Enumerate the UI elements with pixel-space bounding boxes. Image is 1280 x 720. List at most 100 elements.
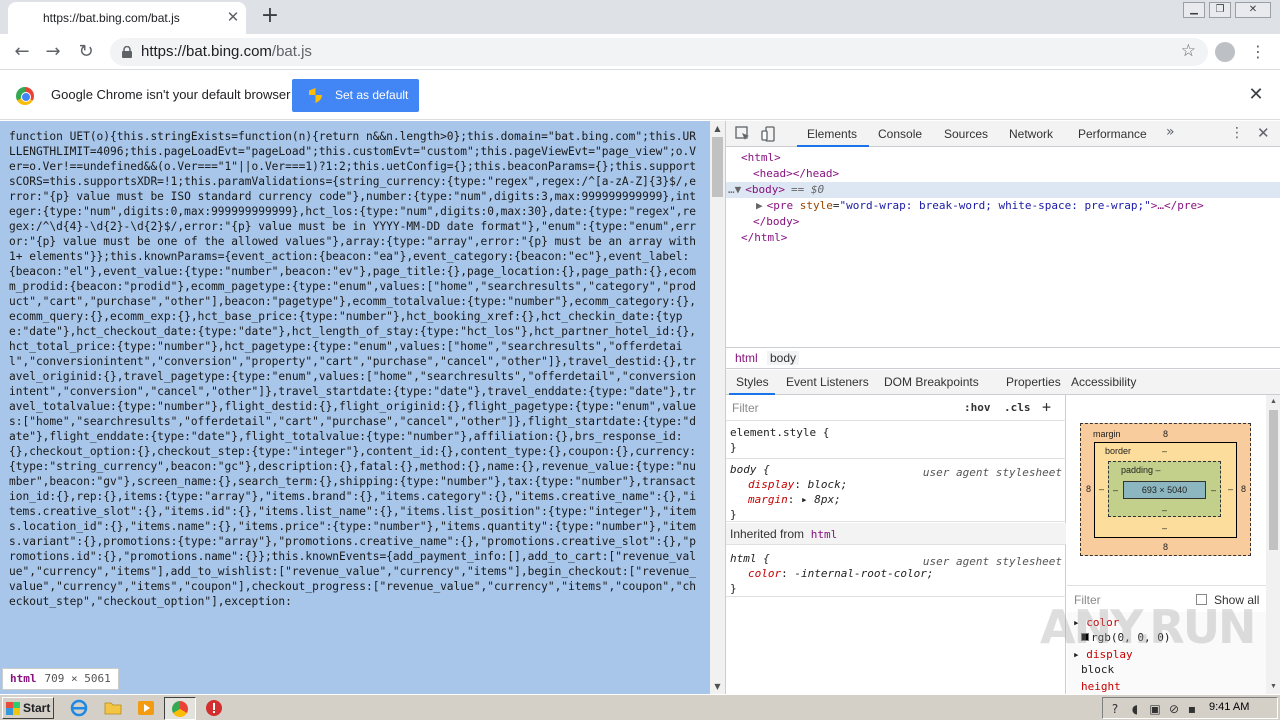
box-model-padding[interactable]: padding – – – – 693 × 5040 bbox=[1108, 461, 1221, 517]
dom-node-pre[interactable]: ▶ <pre style="word-wrap: break-word; whit… bbox=[726, 198, 1280, 214]
lock-icon bbox=[122, 46, 132, 58]
windows-flag-icon bbox=[6, 702, 20, 715]
devtools-close-icon[interactable]: ✕ bbox=[1257, 124, 1270, 142]
styles-scroll-up-icon[interactable]: ▲ bbox=[1266, 395, 1280, 409]
window-maximize-button[interactable]: ❐ bbox=[1209, 2, 1231, 18]
styles-scrollbar[interactable]: ▲ ▼ bbox=[1266, 395, 1280, 694]
subtab-dom-breakpoints[interactable]: DOM Breakpoints bbox=[884, 375, 979, 389]
active-tab-indicator bbox=[797, 145, 869, 147]
url-text: https://bat.bing.com/bat.js bbox=[141, 43, 312, 60]
browser-tab[interactable]: https://bat.bing.com/bat.js ✕ bbox=[8, 2, 246, 34]
device-toolbar-icon[interactable] bbox=[761, 126, 777, 142]
default-browser-infobar: Google Chrome isn't your default browser… bbox=[0, 71, 1280, 120]
rule-element-style[interactable]: element.style { } bbox=[726, 425, 1066, 459]
subtab-accessibility[interactable]: Accessibility bbox=[1071, 375, 1136, 389]
computed-display-value: block bbox=[1081, 663, 1115, 676]
help-icon[interactable]: ? bbox=[1108, 702, 1122, 716]
subtab-event-listeners[interactable]: Event Listeners bbox=[786, 375, 869, 389]
shield-icon bbox=[309, 88, 322, 103]
browser-toolbar: ← → ↻ https://bat.bing.com/bat.js ☆ ⋮ bbox=[0, 34, 1280, 70]
box-model-border[interactable]: border – – – – padding – – – – 693 × 504… bbox=[1094, 442, 1237, 538]
reload-icon[interactable]: ↻ bbox=[74, 40, 98, 64]
volume-icon[interactable]: ◖ bbox=[1128, 702, 1142, 716]
script-source-text: function UET(o){this.stringExists=functi… bbox=[0, 121, 710, 694]
styles-scroll-thumb[interactable] bbox=[1269, 410, 1278, 550]
window-minimize-button[interactable]: ▁ bbox=[1183, 2, 1205, 18]
system-tray: ? ◖ ▣ ⊘ ▪ 9:41 AM bbox=[1102, 697, 1278, 719]
address-bar[interactable]: https://bat.bing.com/bat.js ☆ bbox=[110, 38, 1208, 66]
new-tab-icon[interactable]: + bbox=[258, 5, 282, 29]
tab-console[interactable]: Console bbox=[878, 127, 922, 141]
box-model-content[interactable]: 693 × 5040 bbox=[1123, 481, 1206, 499]
set-as-default-button[interactable]: Set as default bbox=[292, 79, 419, 112]
inspect-element-icon[interactable] bbox=[735, 126, 751, 142]
class-toggle[interactable]: .cls bbox=[1004, 401, 1031, 414]
styles-scroll-down-icon[interactable]: ▼ bbox=[1266, 680, 1280, 694]
ua-stylesheet-label: user agent stylesheet bbox=[922, 466, 1062, 479]
tab-network[interactable]: Network bbox=[1009, 127, 1053, 141]
forward-icon[interactable]: → bbox=[41, 40, 65, 64]
subtab-styles[interactable]: Styles bbox=[736, 375, 769, 389]
back-icon[interactable]: ← bbox=[10, 40, 34, 64]
stop-icon[interactable] bbox=[205, 699, 223, 717]
breadcrumb-body[interactable]: body bbox=[767, 351, 800, 365]
watermark-logo: ANY.RUN bbox=[1040, 600, 1257, 654]
start-button[interactable]: Start bbox=[2, 697, 54, 719]
styles-filter-input[interactable]: Filter bbox=[732, 401, 759, 415]
dom-node-body[interactable]: …▼ <body> == $0 bbox=[726, 182, 1280, 198]
devtools-menu-icon[interactable]: ⋮ bbox=[1230, 125, 1244, 141]
styles-filter-row: Filter :hov .cls + bbox=[726, 395, 1066, 421]
subtab-properties[interactable]: Properties bbox=[1006, 375, 1061, 389]
security-icon[interactable]: ⊘ bbox=[1167, 702, 1181, 716]
rule-html[interactable]: html { user agent stylesheet color: -int… bbox=[726, 551, 1066, 597]
tab-close-icon[interactable]: ✕ bbox=[225, 9, 241, 25]
devtools-tab-bar: Elements Console Sources Network Perform… bbox=[726, 121, 1280, 147]
styles-pane: Filter :hov .cls + element.style { } bod… bbox=[726, 395, 1066, 694]
tab-title: https://bat.bing.com/bat.js bbox=[43, 11, 180, 25]
tab-strip: https://bat.bing.com/bat.js ✕ + ▁ ❐ ✕ bbox=[0, 0, 1280, 34]
windows-taskbar: Start ? ◖ ▣ ⊘ ▪ 9:41 AM bbox=[0, 694, 1280, 720]
inherited-from-header: Inherited from html bbox=[726, 523, 1066, 545]
chrome-taskbar-button[interactable] bbox=[164, 697, 196, 720]
internet-explorer-icon[interactable] bbox=[70, 699, 88, 717]
breadcrumb: html body bbox=[726, 347, 1280, 369]
dom-node-html[interactable]: <html> bbox=[726, 150, 1280, 166]
infobar-close-icon[interactable]: ✕ bbox=[1246, 85, 1266, 105]
page-viewport: function UET(o){this.stringExists=functi… bbox=[0, 121, 710, 694]
tab-elements[interactable]: Elements bbox=[807, 127, 857, 141]
elements-subtab-bar: Styles Event Listeners DOM Breakpoints P… bbox=[726, 370, 1280, 395]
rule-body[interactable]: body { user agent stylesheet display: bl… bbox=[726, 462, 1066, 522]
window-close-button[interactable]: ✕ bbox=[1235, 2, 1271, 18]
scroll-up-icon[interactable]: ▲ bbox=[710, 121, 725, 136]
bookmark-star-icon[interactable]: ☆ bbox=[1181, 41, 1196, 61]
new-rule-icon[interactable]: + bbox=[1042, 398, 1051, 416]
dom-node-head[interactable]: <head></head> bbox=[726, 166, 1280, 182]
set-as-default-label: Set as default bbox=[335, 88, 409, 102]
computed-height[interactable]: height bbox=[1067, 679, 1266, 694]
tab-performance[interactable]: Performance bbox=[1078, 127, 1147, 141]
hover-state-toggle[interactable]: :hov bbox=[964, 401, 991, 414]
notification-icon[interactable]: ▪ bbox=[1185, 702, 1199, 716]
chrome-logo-icon bbox=[16, 87, 34, 105]
infobar-message: Google Chrome isn't your default browser bbox=[51, 87, 291, 102]
inspect-tooltip: html 709 × 5061 bbox=[2, 668, 119, 690]
chrome-icon bbox=[172, 701, 188, 717]
scroll-down-icon[interactable]: ▼ bbox=[710, 679, 725, 694]
scroll-thumb[interactable] bbox=[712, 137, 723, 197]
media-player-icon[interactable] bbox=[137, 699, 155, 717]
dom-node-body-close[interactable]: </body> bbox=[726, 214, 1280, 230]
box-model-margin[interactable]: margin 8 8 8 8 border – – – – padding – … bbox=[1080, 423, 1251, 556]
dom-tree: <html> <head></head> …▼ <body> == $0 ▶ <pre… bbox=[726, 148, 1280, 345]
dom-node-html-close[interactable]: </html> bbox=[726, 230, 1280, 246]
network-icon[interactable]: ▣ bbox=[1148, 702, 1162, 716]
breadcrumb-html[interactable]: html bbox=[732, 351, 761, 365]
profile-avatar[interactable] bbox=[1215, 42, 1235, 62]
ua-stylesheet-label-2: user agent stylesheet bbox=[922, 555, 1062, 568]
inherited-from-link[interactable]: html bbox=[811, 528, 838, 541]
more-tabs-icon[interactable]: » bbox=[1166, 124, 1175, 140]
chrome-menu-icon[interactable]: ⋮ bbox=[1250, 40, 1266, 64]
clock: 9:41 AM bbox=[1209, 701, 1250, 713]
page-scrollbar[interactable]: ▲ ▼ bbox=[710, 121, 725, 694]
folder-icon[interactable] bbox=[104, 699, 122, 717]
tab-sources[interactable]: Sources bbox=[944, 127, 988, 141]
